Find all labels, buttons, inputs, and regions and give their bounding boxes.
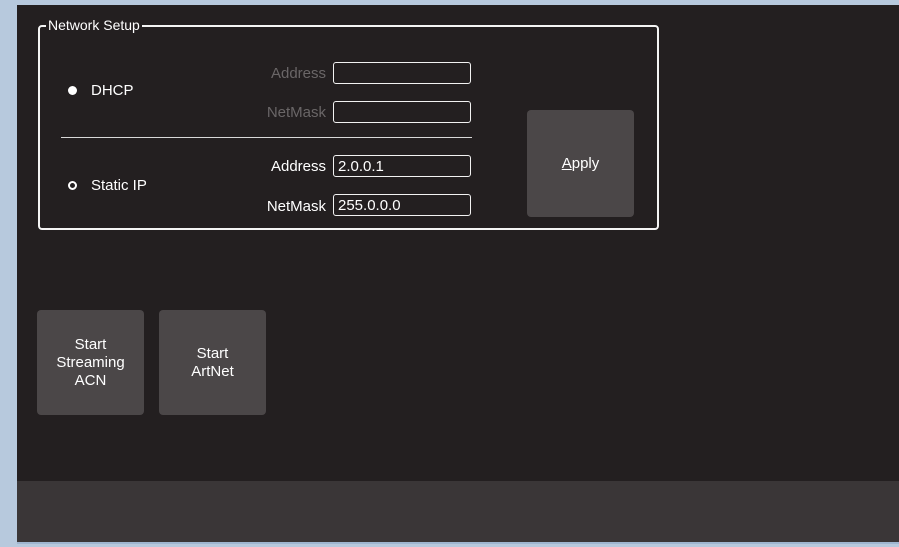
dhcp-radio-indicator[interactable] <box>68 86 77 95</box>
dhcp-netmask-input[interactable] <box>333 101 471 123</box>
dhcp-radio-label: DHCP <box>91 82 134 99</box>
dhcp-address-input[interactable] <box>333 62 471 84</box>
app-window: Network Setup DHCP Address NetMask Stati… <box>17 5 899 544</box>
dhcp-netmask-label: NetMask <box>266 104 326 121</box>
apply-button-label: Apply <box>562 155 600 173</box>
dhcp-radio[interactable]: DHCP <box>68 82 134 99</box>
static-ip-radio[interactable]: Static IP <box>68 177 147 194</box>
static-netmask-input[interactable] <box>333 194 471 216</box>
dhcp-address-label: Address <box>270 65 326 82</box>
start-artnet-button[interactable]: Start ArtNet <box>159 310 266 415</box>
apply-mnemonic: A <box>561 154 572 172</box>
static-ip-radio-label: Static IP <box>91 177 147 194</box>
status-bar <box>17 481 899 542</box>
network-setup-group: Network Setup DHCP Address NetMask Stati… <box>38 17 659 230</box>
apply-button[interactable]: Apply <box>527 110 634 217</box>
apply-label-rest: pply <box>571 154 600 172</box>
static-netmask-label: NetMask <box>266 198 326 215</box>
start-streaming-acn-button[interactable]: Start Streaming ACN <box>37 310 144 415</box>
network-setup-title: Network Setup <box>46 17 142 33</box>
static-ip-radio-indicator[interactable] <box>68 181 77 190</box>
static-address-label: Address <box>270 158 326 175</box>
static-address-input[interactable] <box>333 155 471 177</box>
mode-divider <box>61 137 472 138</box>
